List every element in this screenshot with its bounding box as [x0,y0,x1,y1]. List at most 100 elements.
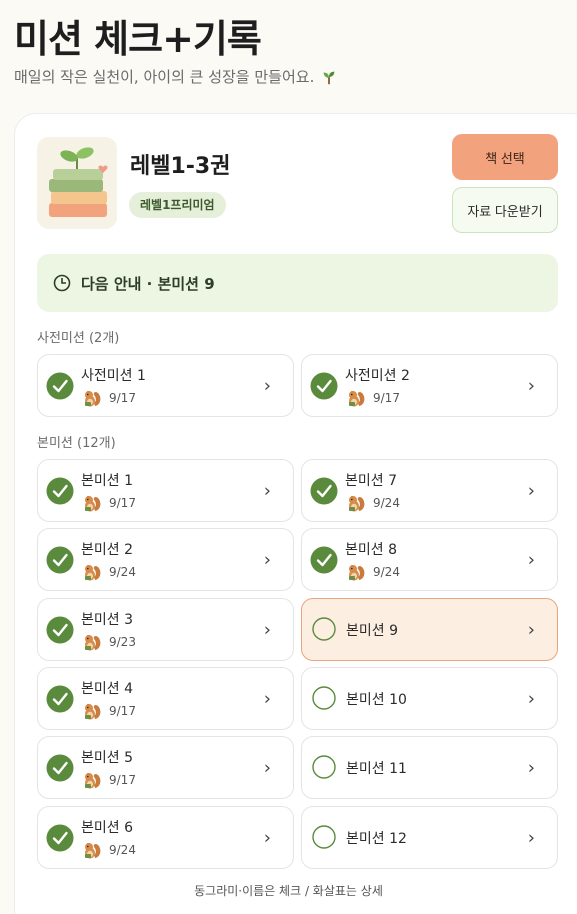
subtitle-text: 매일의 작은 실천이, 아이의 큰 성장을 만들어요. [14,68,315,86]
mission-date: 9/24 [373,565,400,579]
mission-name[interactable]: 본미션 4 [81,678,133,698]
check-circle-icon[interactable] [46,546,74,574]
mission-date: 9/17 [109,773,136,787]
sprout-icon [323,71,335,84]
mission-date: 9/17 [109,496,136,510]
mission-name[interactable]: 사전미션 2 [345,365,410,385]
chevron-right-icon[interactable]: › [264,757,271,778]
mission-card-item[interactable]: 본미션 2 9/24 › [37,528,294,591]
mission-name[interactable]: 본미션 7 [345,470,397,490]
chevron-right-icon[interactable]: › [528,757,535,778]
mission-card-item[interactable]: 본미션 7 9/24 › [301,459,558,522]
check-circle-icon[interactable] [310,477,338,505]
mission-date: 9/24 [373,496,400,510]
mission-name[interactable]: 본미션 3 [81,609,133,629]
next-mission-text: 다음 안내 · 본미션 9 [81,274,215,293]
mission-meta: 9/24 [345,492,400,514]
mission-date: 9/17 [109,391,136,405]
mission-date: 9/24 [109,843,136,857]
check-circle-icon[interactable] [46,477,74,505]
chevron-right-icon[interactable]: › [264,827,271,848]
mission-card-item[interactable]: 본미션 9 › [301,598,558,661]
mission-meta: 9/17 [81,769,136,791]
check-circle-icon[interactable] [46,372,74,400]
mission-date: 9/24 [109,565,136,579]
squirrel-icon [81,700,103,722]
check-circle-icon[interactable] [46,685,74,713]
chevron-right-icon[interactable]: › [528,375,535,396]
book-cover-image [37,137,117,229]
squirrel-icon [345,492,367,514]
chevron-right-icon[interactable]: › [528,480,535,501]
chevron-right-icon[interactable]: › [264,375,271,396]
empty-circle-icon[interactable] [310,685,338,713]
check-circle-icon[interactable] [46,754,74,782]
mission-meta: 9/24 [345,561,400,583]
mission-card-item[interactable]: 본미션 8 9/24 › [301,528,558,591]
squirrel-icon [81,839,103,861]
mission-meta: 9/17 [345,387,400,409]
footer-hint: 동그라미·이름은 체크 / 화살표는 상세 [194,884,383,898]
mission-name[interactable]: 본미션 10 [346,689,407,709]
mission-name[interactable]: 본미션 8 [345,539,397,559]
clock-icon [53,274,71,292]
mission-name[interactable]: 본미션 2 [81,539,133,559]
page-subtitle: 매일의 작은 실천이, 아이의 큰 성장을 만들어요. [14,66,338,87]
squirrel-icon [81,631,103,653]
mission-card-item[interactable]: 본미션 12 › [301,806,558,869]
mission-name[interactable]: 본미션 9 [346,620,398,640]
check-circle-icon[interactable] [310,372,338,400]
check-circle-icon[interactable] [310,546,338,574]
mission-card-item[interactable]: 본미션 11 › [301,736,558,799]
mission-meta: 9/17 [81,387,136,409]
mission-date: 9/17 [373,391,400,405]
mission-card-item[interactable]: 본미션 3 9/23 › [37,598,294,661]
squirrel-icon [345,387,367,409]
mission-meta: 9/24 [81,839,136,861]
chevron-right-icon[interactable]: › [528,827,535,848]
mission-card-item[interactable]: 사전미션 2 9/17 › [301,354,558,417]
empty-circle-icon[interactable] [310,754,338,782]
mission-card-item[interactable]: 본미션 5 9/17 › [37,736,294,799]
mission-name[interactable]: 본미션 12 [346,828,407,848]
empty-circle-icon[interactable] [310,616,338,644]
mission-card-item[interactable]: 본미션 4 9/17 › [37,667,294,730]
pre-missions-label: 사전미션 (2개) [37,331,120,346]
mission-card-item[interactable]: 본미션 10 › [301,667,558,730]
empty-circle-icon[interactable] [310,824,338,852]
mission-name[interactable]: 본미션 11 [346,758,407,778]
check-circle-icon[interactable] [46,824,74,852]
mission-name[interactable]: 본미션 5 [81,747,133,767]
mission-date: 9/23 [109,635,136,649]
mission-card-item[interactable]: 본미션 1 9/17 › [37,459,294,522]
mission-name[interactable]: 본미션 1 [81,470,133,490]
mission-meta: 9/17 [81,492,136,514]
squirrel-icon [81,561,103,583]
next-mission-banner[interactable]: 다음 안내 · 본미션 9 [37,254,558,312]
mission-name[interactable]: 본미션 6 [81,817,133,837]
mission-meta: 9/24 [81,561,136,583]
mission-name[interactable]: 사전미션 1 [81,365,146,385]
squirrel-icon [345,561,367,583]
mission-meta: 9/23 [81,631,136,653]
download-materials-button[interactable]: 자료 다운받기 [452,187,558,233]
squirrel-icon [81,387,103,409]
page-title: 미션 체크+기록 [14,17,262,61]
chevron-right-icon[interactable]: › [264,619,271,640]
chevron-right-icon[interactable]: › [264,480,271,501]
mission-date: 9/17 [109,704,136,718]
mission-card-item[interactable]: 본미션 6 9/24 › [37,806,294,869]
mission-card-item[interactable]: 사전미션 1 9/17 › [37,354,294,417]
chevron-right-icon[interactable]: › [264,549,271,570]
chevron-right-icon[interactable]: › [528,688,535,709]
main-missions-label: 본미션 (12개) [37,436,116,451]
check-circle-icon[interactable] [46,616,74,644]
book-title: 레벨1-3권 [130,154,231,179]
squirrel-icon [81,492,103,514]
chevron-right-icon[interactable]: › [528,619,535,640]
chevron-right-icon[interactable]: › [264,688,271,709]
squirrel-icon [81,769,103,791]
chevron-right-icon[interactable]: › [528,549,535,570]
select-book-button[interactable]: 책 선택 [452,134,558,180]
mission-meta: 9/17 [81,700,136,722]
